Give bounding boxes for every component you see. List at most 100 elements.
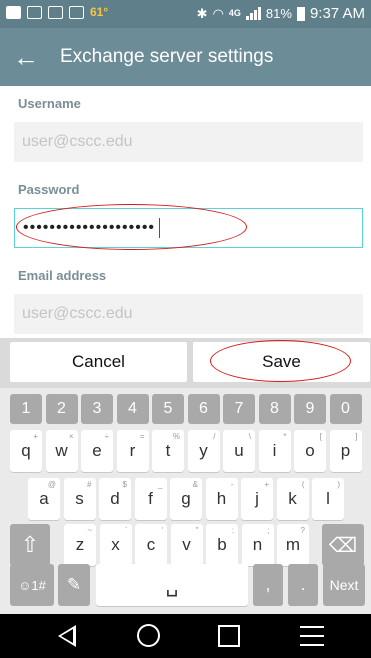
symbols-key[interactable]: ☺1# [10, 564, 54, 606]
nav-menu-icon[interactable] [300, 626, 324, 646]
key-alt-char: = [139, 432, 145, 441]
letter-key[interactable]: # s [63, 478, 96, 520]
key-char: a [39, 489, 49, 508]
key-alt-char: @ [47, 480, 56, 489]
letter-key[interactable]: ) l [312, 478, 344, 520]
letter-key[interactable]: ÷ e [81, 430, 113, 472]
gallery-icon [48, 5, 63, 19]
letter-key[interactable]: :b [206, 524, 238, 566]
letter-key[interactable]: / y [187, 430, 220, 472]
clock: 9:37 AM [309, 5, 365, 22]
letter-key[interactable]: [o [294, 430, 326, 472]
key-char: c [146, 535, 156, 554]
back-button[interactable]: ← [0, 28, 52, 86]
key-char: e [92, 441, 102, 460]
letter-key[interactable]: * i [258, 430, 291, 472]
number-key[interactable]: 1 [10, 394, 42, 424]
letter-key[interactable]: + q [10, 430, 42, 472]
arrow-left-icon: ← [13, 42, 39, 72]
nav-home-icon[interactable] [137, 624, 160, 647]
letter-key[interactable]: % t [152, 430, 184, 472]
key-alt-char: ' [161, 526, 163, 535]
email-placeholder: user@cscc.edu [22, 305, 133, 322]
number-key[interactable]: 5 [152, 394, 184, 424]
battery-percent: 81% [265, 6, 292, 21]
cancel-button[interactable]: Cancel [10, 342, 187, 382]
key-alt-char: ~ [87, 526, 92, 535]
letter-key[interactable]: \ u [223, 430, 255, 472]
pencil-icon: ✎ [66, 575, 82, 594]
key-alt-char: * [283, 432, 287, 441]
handwriting-key[interactable]: ✎ [58, 564, 90, 606]
password-value: •••••••••••••••••••• [23, 219, 156, 236]
key-char: r [129, 441, 136, 460]
key-char: s [75, 489, 84, 508]
number-key[interactable]: 6 [187, 394, 220, 424]
shift-icon: ⇧ [20, 532, 40, 557]
nav-recents-icon[interactable] [218, 625, 240, 647]
letter-key[interactable]: + j [241, 478, 273, 520]
letter-key[interactable]: ~ z [64, 524, 96, 566]
key-char: k [288, 489, 297, 508]
password-field[interactable]: •••••••••••••••••••• [14, 208, 363, 248]
number-key[interactable]: 9 [294, 394, 326, 424]
letter-key[interactable]: & g [170, 478, 202, 520]
key-alt-char: : [231, 526, 234, 535]
key-char: m [285, 535, 301, 554]
email-field[interactable]: user@cscc.edu [14, 294, 363, 334]
key-char: 4 [128, 400, 137, 417]
shift-key[interactable]: ⇧ [10, 524, 50, 566]
navigation-bar [0, 614, 371, 658]
text-cursor [159, 218, 161, 238]
key-alt-char: + [264, 480, 269, 489]
network-type: 4G [228, 8, 241, 18]
letter-key[interactable]: _ f [134, 478, 167, 520]
key-char: j [255, 489, 259, 508]
save-button[interactable]: Save [193, 342, 370, 382]
keyboard-row-1: + q × w ÷ e = r% t / y \ u * i[o] p [0, 430, 371, 472]
action-bar: Cancel Save [0, 338, 371, 388]
key-char: 5 [163, 400, 173, 417]
number-key[interactable]: 4 [116, 394, 149, 424]
key-alt-char: ; [267, 526, 270, 535]
key-char: y [199, 441, 208, 460]
letter-key[interactable]: @ a [28, 478, 60, 520]
backspace-icon: ⌫ [328, 534, 358, 557]
key-char: 7 [234, 400, 244, 417]
number-key[interactable]: 3 [81, 394, 113, 424]
letter-key[interactable]: ' c [135, 524, 167, 566]
key-char: p [340, 441, 351, 460]
key-alt-char: / [213, 432, 216, 441]
username-field[interactable]: user@cscc.edu [14, 122, 363, 162]
screen: 61° ✱ ◠ 4G 81% 9:37 AM ← Exchange server… [0, 0, 371, 658]
key-alt-char: # [87, 480, 92, 489]
period-key[interactable]: . [288, 564, 318, 606]
keyboard-icon [27, 5, 42, 19]
letter-key[interactable]: " v [170, 524, 203, 566]
space-key[interactable]: ␣ [96, 564, 248, 606]
letter-key[interactable]: -h [205, 478, 238, 520]
letter-key[interactable]: × w [45, 430, 78, 472]
email-icon [6, 5, 21, 19]
letter-key[interactable]: ] p [329, 430, 362, 472]
letter-key[interactable]: ? m [277, 524, 309, 566]
key-alt-char: \ [248, 432, 251, 441]
nav-back-icon[interactable] [58, 625, 76, 647]
number-key[interactable]: 0 [329, 394, 362, 424]
next-key[interactable]: Next [323, 564, 365, 606]
keyboard-row-4: ☺1# ✎ ␣ , . Next [0, 564, 371, 606]
key-alt-char: [ [319, 432, 322, 441]
backspace-key[interactable]: ⌫ [322, 524, 364, 566]
letter-key[interactable]: = r [116, 430, 149, 472]
page-title: Exchange server settings [60, 46, 274, 67]
number-key[interactable]: 7 [223, 394, 255, 424]
comma-key[interactable]: , [253, 564, 283, 606]
key-char: g [181, 489, 191, 508]
number-key[interactable]: 2 [45, 394, 78, 424]
letter-key[interactable]: ` x [99, 524, 132, 566]
letter-key[interactable]: ; n [241, 524, 274, 566]
letter-key[interactable]: (k [276, 478, 309, 520]
number-key[interactable]: 8 [258, 394, 291, 424]
letter-key[interactable]: $ d [99, 478, 131, 520]
key-char: l [326, 489, 330, 508]
